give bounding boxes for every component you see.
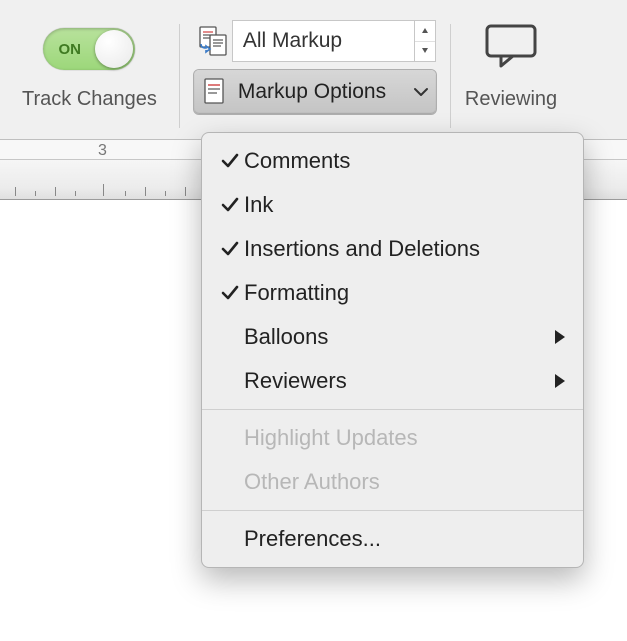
- menu-item-preferences[interactable]: Preferences...: [202, 517, 583, 561]
- track-changes-toggle[interactable]: ON: [43, 28, 135, 70]
- spinner-down-icon[interactable]: [415, 42, 435, 62]
- ribbon-toolbar: ON Track Changes: [0, 0, 627, 140]
- menu-separator: [202, 510, 583, 511]
- menu-label: Comments: [244, 148, 547, 174]
- menu-separator: [202, 409, 583, 410]
- markup-display-spinner[interactable]: [414, 20, 436, 62]
- menu-label: Ink: [244, 192, 547, 218]
- reviewing-pane-icon[interactable]: [481, 20, 541, 72]
- menu-label: Highlight Updates: [244, 425, 547, 451]
- check-icon: [216, 197, 244, 213]
- check-icon: [216, 241, 244, 257]
- track-changes-section: ON Track Changes: [0, 18, 179, 111]
- menu-label: Insertions and Deletions: [244, 236, 547, 262]
- markup-display-value: All Markup: [243, 29, 342, 53]
- markup-options-button[interactable]: Markup Options: [194, 70, 436, 114]
- track-changes-caption: Track Changes: [22, 88, 157, 111]
- menu-item-insertions-deletions[interactable]: Insertions and Deletions: [202, 227, 583, 271]
- markup-options-menu: Comments Ink Insertions and Deletions Fo…: [201, 132, 584, 568]
- menu-item-ink[interactable]: Ink: [202, 183, 583, 227]
- reviewing-caption: Reviewing: [465, 88, 557, 111]
- toggle-knob: [95, 30, 133, 68]
- markup-options-icon: [200, 71, 230, 113]
- menu-item-other-authors: Other Authors: [202, 460, 583, 504]
- menu-item-highlight-updates: Highlight Updates: [202, 416, 583, 460]
- toggle-state-label: ON: [58, 41, 81, 58]
- markup-options-label: Markup Options: [236, 80, 400, 104]
- chevron-down-icon: [406, 88, 436, 97]
- check-icon: [216, 153, 244, 169]
- menu-item-comments[interactable]: Comments: [202, 139, 583, 183]
- display-for-review-icon: [194, 20, 232, 62]
- markup-display-dropdown[interactable]: All Markup: [232, 20, 414, 62]
- markup-display-row: All Markup: [194, 20, 436, 62]
- menu-item-balloons[interactable]: Balloons: [202, 315, 583, 359]
- check-icon: [216, 285, 244, 301]
- menu-item-reviewers[interactable]: Reviewers: [202, 359, 583, 403]
- markup-section: All Markup: [180, 18, 450, 114]
- submenu-arrow-icon: [547, 374, 565, 388]
- spinner-up-icon[interactable]: [415, 21, 435, 42]
- menu-item-formatting[interactable]: Formatting: [202, 271, 583, 315]
- submenu-arrow-icon: [547, 330, 565, 344]
- ruler-number: 3: [98, 142, 107, 160]
- menu-label: Other Authors: [244, 469, 547, 495]
- menu-label: Reviewers: [244, 368, 547, 394]
- reviewing-section: Reviewing: [451, 18, 571, 111]
- menu-label: Preferences...: [244, 526, 547, 552]
- menu-label: Balloons: [244, 324, 547, 350]
- menu-label: Formatting: [244, 280, 547, 306]
